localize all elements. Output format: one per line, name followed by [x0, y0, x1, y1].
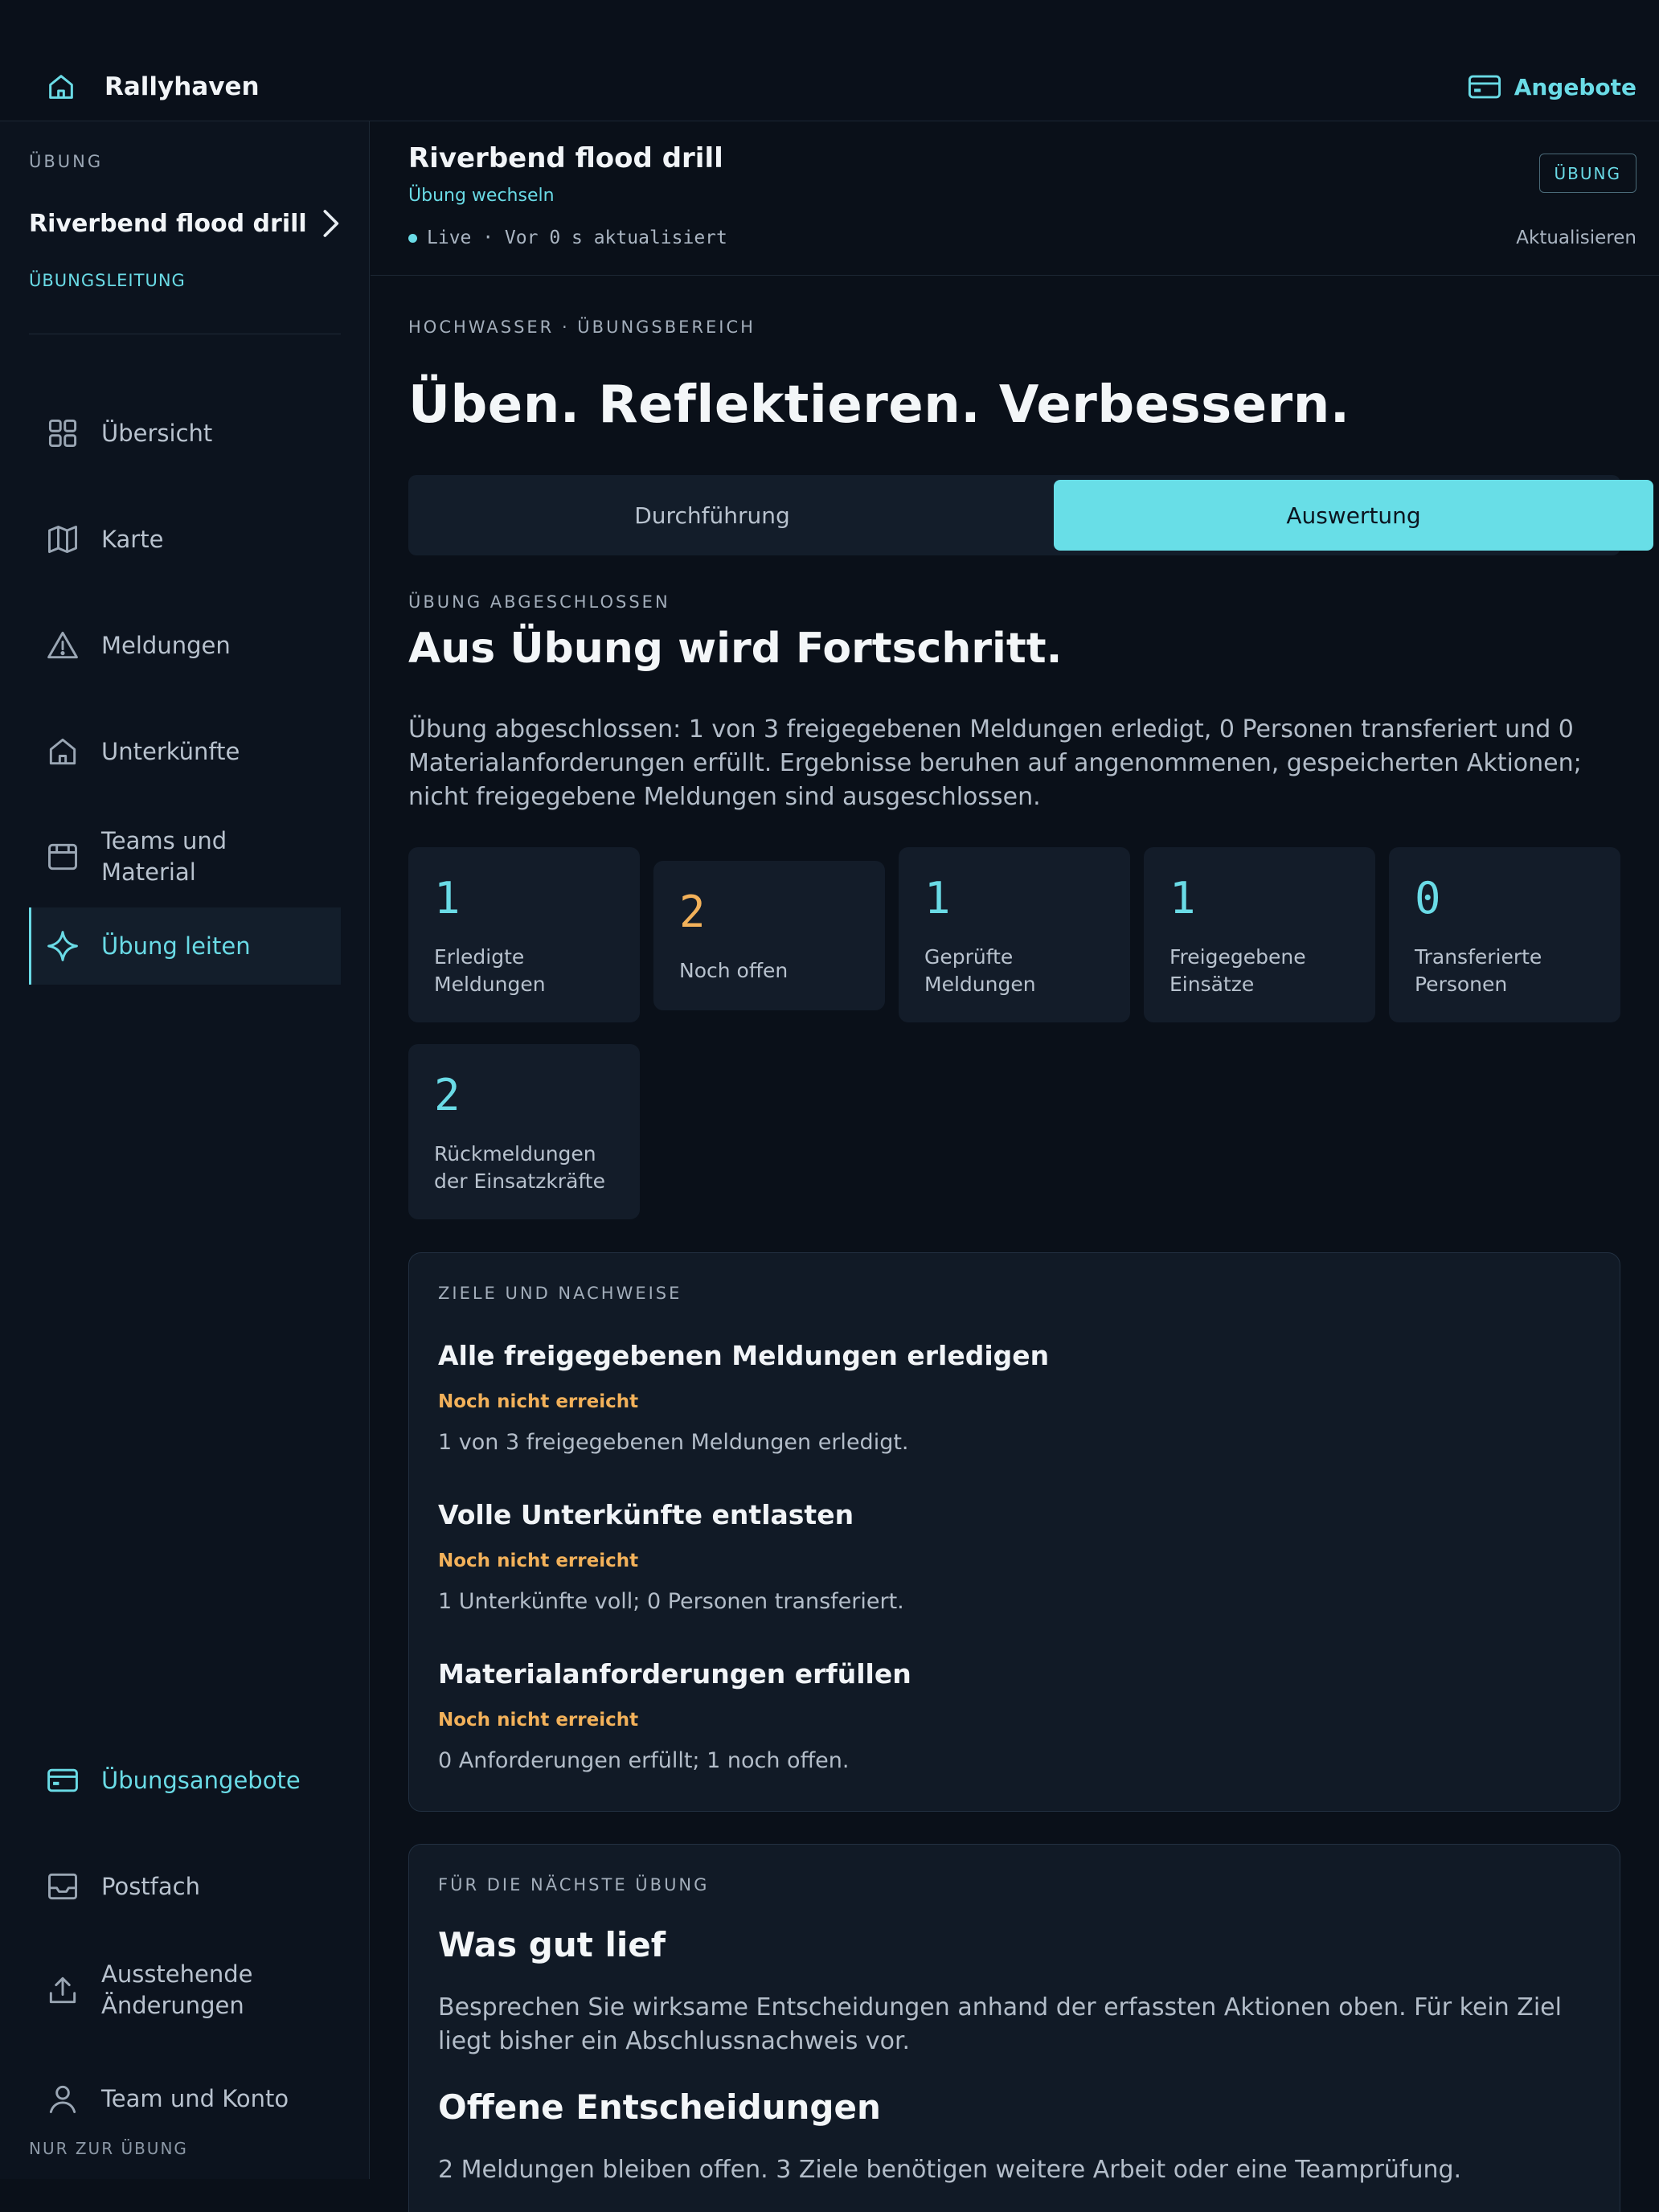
nav-item-lead-drill[interactable]: Übung leiten — [29, 907, 341, 985]
mode-tabs: Durchführung Auswertung — [408, 475, 1653, 555]
result-title: Aus Übung wird Fortschritt. — [408, 625, 1063, 673]
goal-title: Volle Unterkünfte entlasten — [438, 1499, 854, 1530]
nav-label: Übung leiten — [101, 932, 251, 960]
nav-label: Karte — [101, 525, 164, 553]
nav-label: Übersicht — [101, 419, 213, 447]
chevron-right-icon — [323, 210, 339, 237]
next-drill-card: FÜR DIE NÄCHSTE ÜBUNG Was gut lief Bespr… — [408, 1844, 1620, 2212]
tab-evaluation[interactable]: Auswertung — [1054, 480, 1653, 551]
tab-execution[interactable]: Durchführung — [413, 480, 1011, 551]
user-icon — [49, 2085, 76, 2113]
stat-label: Rückmeldungen der Einsatzkräfte — [434, 1142, 605, 1193]
home-icon — [49, 75, 73, 99]
refresh-button[interactable]: Aktualisieren — [1516, 227, 1636, 248]
drill-badge: ÜBUNG — [1538, 154, 1636, 193]
nav-label: Unterkünfte — [101, 737, 240, 765]
stat-label: Geprüfte Meldungen — [924, 945, 1036, 996]
nav-label: Teams und Material — [101, 827, 227, 886]
goal-detail: 1 von 3 freigegebenen Meldungen erledigt… — [438, 1430, 909, 1455]
went-well-title: Was gut lief — [438, 1925, 666, 1964]
offers-link[interactable]: Angebote — [1468, 71, 1636, 103]
sidebar-section-label: ÜBUNG — [29, 152, 104, 171]
card-icon — [1468, 75, 1501, 99]
stat-label: Freigegebene Einsätze — [1169, 945, 1306, 996]
goal-status: Noch nicht erreicht — [438, 1391, 639, 1412]
stat-value: 2 — [434, 1070, 461, 1120]
next-eyebrow: FÜR DIE NÄCHSTE ÜBUNG — [438, 1875, 710, 1895]
nav-item-team-account[interactable]: Team und Konto — [29, 2062, 341, 2136]
goals-eyebrow: ZIELE UND NACHWEISE — [438, 1284, 682, 1303]
nav-label: Übungsangebote — [101, 1766, 301, 1794]
nav-item-inbox[interactable]: Postfach — [29, 1849, 341, 1923]
page-title: Üben. Reflektieren. Verbessern. — [408, 375, 1350, 435]
open-decisions-text: 2 Meldungen bleiben offen. 3 Ziele benöt… — [438, 2156, 1462, 2184]
went-well-text: Besprechen Sie wirksame Entscheidungen a… — [438, 1993, 1562, 2055]
card-icon — [47, 1768, 78, 1792]
sidebar-footer: NUR ZUR ÜBUNG — [29, 2139, 188, 2158]
goals-card: ZIELE UND NACHWEISE Alle freigegebenen M… — [408, 1252, 1620, 1812]
stat-card: 2 Rückmeldungen der Einsatzkräfte — [408, 1044, 640, 1219]
house-icon — [49, 738, 76, 765]
stat-value: 0 — [1415, 873, 1441, 924]
goal-title: Materialanforderungen erfüllen — [438, 1658, 911, 1690]
drill-header: Riverbend flood drill Übung wechseln Liv… — [371, 121, 1659, 276]
nav-item-overview[interactable]: Übersicht — [29, 396, 341, 470]
stat-value: 2 — [679, 887, 706, 937]
stat-card: 1 Erledigte Meldungen — [408, 847, 640, 1022]
stat-value: 1 — [434, 873, 461, 924]
open-decisions-title: Offene Entscheidungen — [438, 2087, 881, 2127]
role-label: ÜBUNGSLEITUNG — [29, 271, 186, 290]
stat-label: Erledigte Meldungen — [434, 945, 546, 996]
drill-name: Riverbend flood drill — [29, 209, 307, 238]
nav-label: Postfach — [101, 1872, 200, 1900]
nav-item-reports[interactable]: Meldungen — [29, 608, 341, 682]
offers-label: Angebote — [1514, 73, 1636, 100]
goal-status: Noch nicht erreicht — [438, 1710, 639, 1731]
result-eyebrow: ÜBUNG ABGESCHLOSSEN — [408, 592, 670, 612]
live-status: Live · Vor 0 s aktualisiert — [408, 227, 727, 248]
main-content: Riverbend flood drill Übung wechseln Liv… — [371, 121, 1659, 2212]
live-dot-icon — [408, 233, 417, 243]
sparkle-icon — [47, 931, 78, 961]
stat-label: Transferierte Personen — [1415, 945, 1542, 996]
map-icon — [48, 525, 77, 554]
sidebar: ÜBUNG Riverbend flood drill ÜBUNGSLEITUN… — [0, 121, 370, 2179]
goal-status: Noch nicht erreicht — [438, 1550, 639, 1571]
nav-item-shelters[interactable]: Unterkünfte — [29, 715, 341, 789]
goal-detail: 1 Unterkünfte voll; 0 Personen transferi… — [438, 1589, 904, 1614]
inbox-icon — [48, 1873, 77, 1900]
page-eyebrow: HOCHWASSER · ÜBUNGSBEREICH — [408, 317, 756, 337]
upload-icon — [49, 1976, 76, 2004]
stat-card: 1 Freigegebene Einsätze — [1144, 847, 1375, 1022]
stat-value: 1 — [924, 873, 951, 924]
goal-title: Alle freigegebenen Meldungen erledigen — [438, 1340, 1050, 1371]
stat-card: 2 Noch offen — [653, 861, 885, 1010]
stat-card: 0 Transferierte Personen — [1389, 847, 1620, 1022]
app-name: Rallyhaven — [104, 72, 260, 101]
drill-title: Riverbend flood drill — [408, 142, 723, 174]
stat-card: 1 Geprüfte Meldungen — [899, 847, 1130, 1022]
brand-link[interactable]: Rallyhaven — [45, 71, 260, 103]
goal-detail: 0 Anforderungen erfüllt; 1 noch offen. — [438, 1748, 850, 1773]
nav-item-drill-offers[interactable]: Übungsangebote — [29, 1743, 341, 1817]
drill-selector[interactable]: Riverbend flood drill — [29, 203, 342, 244]
stat-value: 1 — [1169, 873, 1196, 924]
warning-icon — [47, 631, 78, 659]
nav-item-teams[interactable]: Teams und Material — [29, 813, 341, 901]
grid-icon — [48, 419, 77, 448]
nav-label: Team und Konto — [101, 2084, 289, 2112]
top-bar: Rallyhaven Angebote — [0, 0, 1659, 121]
result-summary: Übung abgeschlossen: 1 von 3 freigegeben… — [408, 715, 1582, 811]
nav-item-map[interactable]: Karte — [29, 502, 341, 576]
live-status-text: Live · Vor 0 s aktualisiert — [427, 227, 727, 248]
nav-item-pending-changes[interactable]: Ausstehende Änderungen — [29, 1946, 341, 2034]
nav-label: Ausstehende Änderungen — [101, 1960, 253, 2019]
nav-label: Meldungen — [101, 631, 231, 659]
switch-drill-link[interactable]: Übung wechseln — [408, 186, 555, 206]
kit-icon — [48, 843, 77, 870]
stat-label: Noch offen — [679, 959, 789, 982]
